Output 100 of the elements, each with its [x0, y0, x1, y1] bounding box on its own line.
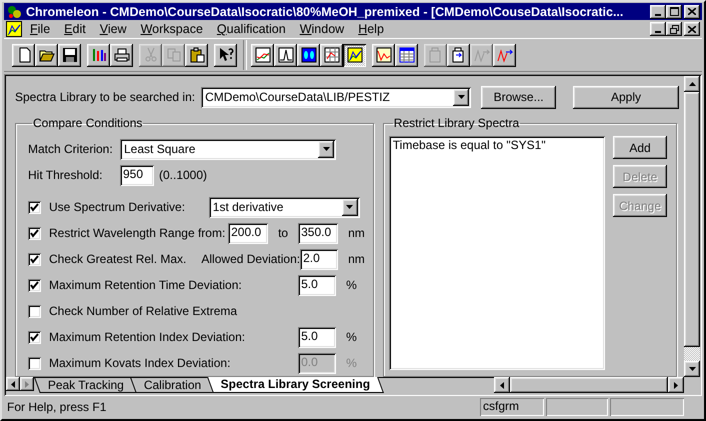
match-dropdown[interactable]: Least Square — [120, 138, 336, 160]
deviation-label: Allowed Deviation: — [201, 252, 300, 266]
paste-icon — [188, 47, 204, 64]
maximize-icon — [670, 7, 678, 16]
status-pane — [546, 398, 608, 416]
scroll-left-button[interactable] — [494, 377, 510, 393]
close-button[interactable] — [684, 4, 700, 19]
toolbar-button[interactable] — [343, 44, 366, 67]
toolbar-button[interactable] — [447, 44, 470, 67]
checkbox[interactable] — [28, 226, 41, 240]
deviation-field[interactable]: 2.0 — [300, 248, 338, 270]
toolbar-button[interactable] — [110, 44, 133, 67]
close-icon — [688, 26, 696, 33]
group-title: Compare Conditions — [32, 116, 144, 130]
scrollbar-thumb[interactable] — [684, 92, 700, 347]
action-button[interactable]: Add — [613, 136, 667, 159]
copy-icon — [166, 47, 182, 64]
range-hint: (0..1000) — [159, 168, 208, 182]
toolbar-button[interactable] — [297, 44, 320, 67]
checkbox[interactable] — [28, 330, 41, 344]
sheet-tab[interactable]: Spectra Library Screening — [208, 377, 385, 393]
checkbox[interactable] — [28, 200, 41, 214]
to-field[interactable]: 350.0 — [298, 222, 338, 244]
save-icon — [62, 47, 78, 64]
apply-button[interactable]: Apply — [573, 86, 679, 108]
minimize-icon — [655, 31, 661, 34]
down-arrow-icon — [688, 367, 696, 371]
dropdown-arrow-icon — [322, 147, 330, 151]
menu-item[interactable]: Edit — [58, 21, 92, 38]
toolbar-button[interactable] — [395, 44, 418, 67]
bottle-icon — [450, 47, 466, 64]
toolbar-button[interactable] — [251, 44, 274, 67]
tab-right-button[interactable] — [20, 377, 34, 391]
right-arrow-icon — [674, 382, 678, 388]
scroll-down-button[interactable] — [684, 361, 700, 377]
right-arrow-icon — [25, 380, 29, 388]
browse-button[interactable]: Browse... — [481, 86, 556, 108]
option-label: Maximum Retention Time Deviation: — [49, 278, 242, 292]
help-pointer-icon — [218, 47, 234, 64]
scrollbar-thumb[interactable] — [510, 377, 668, 393]
criteria-list[interactable]: Timebase is equal to "SYS1" — [388, 136, 605, 370]
toolbar-button[interactable] — [12, 44, 35, 67]
menu-item[interactable]: Help — [352, 21, 390, 38]
spectrum-arrow-icon — [496, 47, 512, 64]
line-chart-icon — [254, 47, 270, 64]
window-title: Chromeleon - CMDemo\CourseData\Isocratic\80%MeOH_premixed - [CMDemo\CouseData\Isocratic... — [26, 4, 624, 19]
dropdown-arrow-icon — [346, 205, 354, 209]
scrollbar-track[interactable] — [684, 347, 700, 361]
toolbar-button[interactable] — [35, 44, 58, 67]
checkbox[interactable] — [28, 278, 41, 292]
status-text: For Help, press F1 — [6, 400, 108, 414]
unit-label: nm — [348, 252, 365, 266]
menu-item[interactable]: File — [24, 21, 56, 38]
list-item[interactable]: Timebase is equal to "SYS1" — [392, 138, 601, 152]
bottle-icon — [428, 47, 444, 64]
group-title: Restrict Library Spectra — [392, 116, 520, 130]
grid-chart-icon — [324, 47, 340, 64]
threshold-label: Hit Threshold: — [28, 168, 104, 182]
library-dropdown[interactable]: CMDemo\CourseData\LIB/PESTIZ — [201, 86, 472, 108]
close-icon — [688, 8, 696, 16]
library-label: Spectra Library to be searched in: — [15, 90, 196, 104]
value-field[interactable]: 5.0 — [298, 274, 336, 296]
menu-item[interactable]: Qualification — [210, 21, 292, 38]
option-label: Restrict Wavelength Range from: — [49, 226, 226, 240]
sheet-tab[interactable]: Peak Tracking — [34, 378, 137, 393]
close-button[interactable] — [684, 22, 700, 36]
menu-item[interactable]: View — [94, 21, 133, 38]
toolbar-button[interactable] — [185, 44, 208, 67]
minimize-button[interactable] — [650, 4, 666, 19]
toolbar-button[interactable] — [214, 44, 237, 67]
user-pane: csfgrm — [480, 398, 544, 416]
threshold-field[interactable]: 950 — [120, 164, 154, 186]
from-field[interactable]: 200.0 — [228, 222, 268, 244]
toolbar-button[interactable] — [320, 44, 343, 67]
toolbar-button[interactable] — [372, 44, 395, 67]
unit-label: % — [346, 356, 357, 370]
toolbar-button[interactable] — [493, 44, 516, 67]
menu-item[interactable]: Workspace — [134, 21, 209, 38]
toolbar-button[interactable] — [58, 44, 81, 67]
derivative-dropdown[interactable]: 1st derivative — [208, 196, 360, 218]
toolbar-button[interactable] — [87, 44, 110, 67]
minimize-button[interactable] — [650, 22, 666, 36]
restore-icon — [670, 24, 678, 34]
spectra-chart-icon — [346, 47, 362, 64]
scroll-up-button[interactable] — [684, 76, 700, 92]
left-arrow-icon — [11, 380, 15, 388]
checkbox[interactable] — [28, 304, 41, 318]
checkbox[interactable] — [28, 252, 41, 266]
sheet-tab[interactable]: Calibration — [130, 378, 214, 393]
up-arrow-icon — [688, 82, 696, 86]
restore-button[interactable] — [666, 22, 682, 36]
color-bars-icon — [90, 47, 106, 64]
toolbar-button[interactable] — [274, 44, 297, 67]
maximize-button[interactable] — [666, 4, 682, 19]
tab-left-button[interactable] — [6, 377, 20, 391]
match-label: Match Criterion: — [28, 142, 114, 156]
scroll-right-button[interactable] — [668, 377, 684, 393]
unit-label: % — [346, 278, 357, 292]
menu-item[interactable]: Window — [294, 21, 350, 38]
value-field[interactable]: 5.0 — [298, 326, 336, 348]
